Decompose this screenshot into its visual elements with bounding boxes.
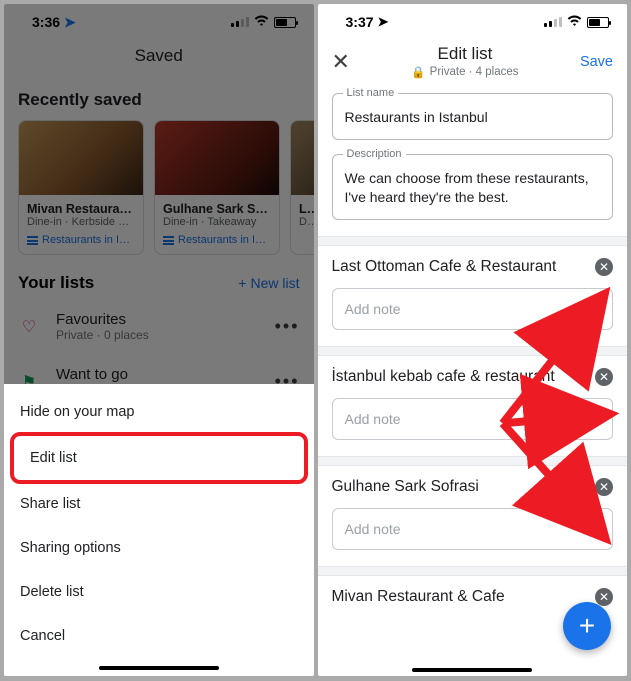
place-item: Gulhane Sark Sofrasi ✕ Add note: [318, 466, 628, 550]
wifi-icon: [254, 14, 269, 30]
place-list-tag: Restaurants in I…: [27, 234, 135, 246]
list-name-field[interactable]: List name Restaurants in Istanbul: [332, 93, 614, 140]
place-card[interactable]: Last O Dine-in: [290, 120, 314, 255]
field-label: Description: [343, 148, 406, 160]
add-place-fab[interactable]: +: [563, 602, 611, 650]
page-title: Saved: [4, 40, 314, 82]
location-icon: ➤: [378, 14, 389, 30]
option-cancel[interactable]: Cancel: [4, 614, 314, 658]
location-icon: ➤: [64, 14, 76, 31]
option-share-list[interactable]: Share list: [4, 482, 314, 526]
place-name: Mivan Restaurant & Cafe: [332, 588, 505, 606]
wifi-icon: [567, 14, 582, 30]
header-title: Edit list: [350, 44, 580, 64]
lock-icon: 🔒: [411, 65, 425, 79]
place-list-tag: Restaurants in I…: [163, 234, 271, 246]
place-name: Last Ottoman Cafe & Restaurant: [332, 258, 557, 276]
place-name: Mivan Restauran…: [27, 202, 135, 216]
place-card[interactable]: Mivan Restauran… Dine-in · Kerbside p… R…: [18, 120, 144, 255]
battery-icon: [274, 17, 296, 28]
divider: [318, 346, 628, 356]
place-name: Gulhane Sark So…: [163, 202, 271, 216]
list-item[interactable]: ♡ FavouritesPrivate · 0 places •••: [4, 299, 314, 354]
list-name-value: Restaurants in Istanbul: [345, 108, 601, 127]
add-note-input[interactable]: Add note: [332, 508, 614, 550]
left-screenshot: 3:36 ➤ Saved Recently saved Mivan Res: [4, 4, 314, 676]
place-name: İstanbul kebab cafe & restaurant: [332, 368, 555, 386]
add-note-input[interactable]: Add note: [332, 398, 614, 440]
status-time: 3:36: [32, 14, 60, 30]
remove-place-icon[interactable]: ✕: [595, 478, 613, 496]
place-item: Last Ottoman Cafe & Restaurant ✕ Add not…: [318, 246, 628, 330]
recently-saved-cards: Mivan Restauran… Dine-in · Kerbside p… R…: [4, 120, 314, 255]
signal-icon: [231, 17, 249, 27]
remove-place-icon[interactable]: ✕: [595, 588, 613, 606]
battery-icon: [587, 17, 609, 28]
recently-saved-header: Recently saved: [4, 82, 314, 120]
place-name: Gulhane Sark Sofrasi: [332, 478, 479, 496]
your-lists-header: Your lists: [18, 273, 94, 293]
remove-place-icon[interactable]: ✕: [595, 368, 613, 386]
option-edit-list[interactable]: Edit list: [10, 432, 308, 484]
option-delete-list[interactable]: Delete list: [4, 570, 314, 614]
place-image: [19, 121, 143, 195]
status-bar: 3:36 ➤: [4, 4, 314, 40]
place-card[interactable]: Gulhane Sark So… Dine-in · Takeaway Rest…: [154, 120, 280, 255]
status-bar: 3:37 ➤: [318, 4, 628, 40]
signal-icon: [544, 17, 562, 27]
heart-icon: ♡: [18, 317, 40, 337]
close-icon[interactable]: ✕: [332, 49, 350, 75]
place-image: [155, 121, 279, 195]
list-icon: [27, 236, 38, 245]
list-icon: [163, 236, 174, 245]
place-sub: Dine-in · Kerbside p…: [27, 216, 135, 228]
list-title: Want to go: [56, 366, 149, 383]
place-sub: Dine-in: [299, 216, 314, 228]
home-indicator: [412, 668, 532, 672]
bottom-sheet: Hide on your map Edit list Share list Sh…: [4, 384, 314, 676]
place-name: Last O: [299, 202, 314, 216]
plus-icon: +: [238, 275, 246, 291]
place-image: [291, 121, 314, 195]
description-value: We can choose from these restaurants, I'…: [345, 169, 601, 207]
option-hide-on-map[interactable]: Hide on your map: [4, 390, 314, 434]
description-field[interactable]: Description We can choose from these res…: [332, 154, 614, 220]
divider: [318, 566, 628, 576]
more-icon[interactable]: •••: [275, 316, 300, 337]
divider: [318, 236, 628, 246]
field-label: List name: [343, 87, 399, 99]
save-button[interactable]: Save: [580, 54, 613, 70]
place-item: İstanbul kebab cafe & restaurant ✕ Add n…: [318, 356, 628, 440]
remove-place-icon[interactable]: ✕: [595, 258, 613, 276]
list-title: Favourites: [56, 311, 149, 328]
list-sub: Private · 0 places: [56, 328, 149, 342]
status-time: 3:37: [346, 14, 374, 30]
place-sub: Dine-in · Takeaway: [163, 216, 271, 228]
new-list-button[interactable]: +New list: [238, 275, 299, 291]
header-subtitle: 🔒 Private · 4 places: [350, 65, 580, 79]
add-note-input[interactable]: Add note: [332, 288, 614, 330]
option-sharing-options[interactable]: Sharing options: [4, 526, 314, 570]
divider: [318, 456, 628, 466]
right-screenshot: 3:37 ➤ ✕ Edit list 🔒 Private · 4 places: [318, 4, 628, 676]
home-indicator: [99, 666, 219, 670]
